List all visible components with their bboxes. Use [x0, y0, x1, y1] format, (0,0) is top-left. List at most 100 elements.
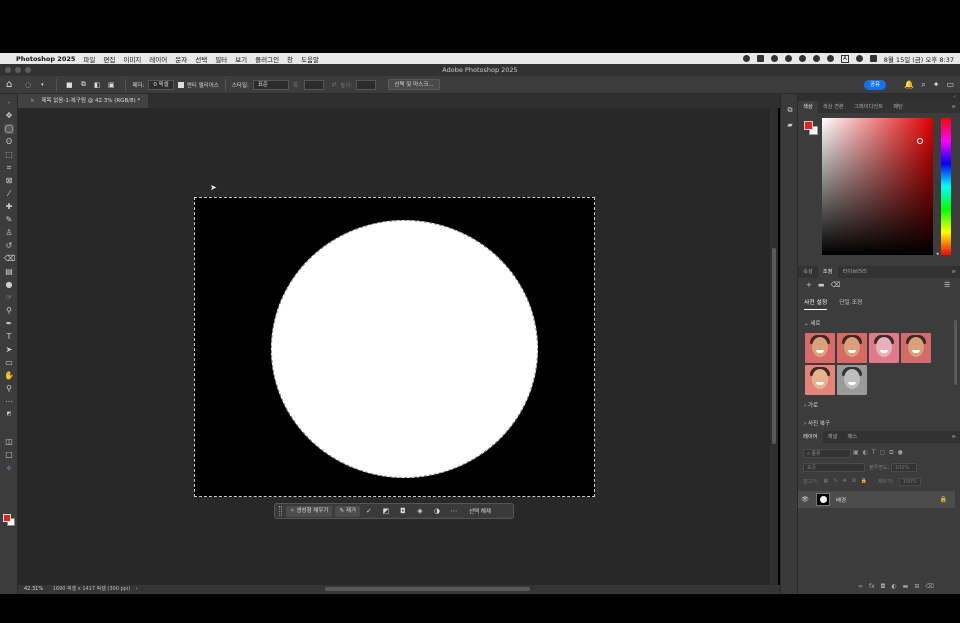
- foreground-color-swatch[interactable]: [3, 514, 11, 522]
- add-mask-icon[interactable]: ◘: [881, 583, 886, 590]
- preset-thumbnail[interactable]: [805, 333, 835, 363]
- chevron-down-icon[interactable]: ▾: [36, 80, 48, 90]
- marquee-tool-preset-icon[interactable]: ◌: [22, 80, 34, 90]
- antialias-checkbox[interactable]: [177, 81, 184, 88]
- menu-filter[interactable]: 필터: [215, 54, 227, 64]
- layer-name[interactable]: 배경: [836, 496, 846, 504]
- tab-layers[interactable]: 레이어: [798, 431, 823, 443]
- lasso-tool-icon[interactable]: ʘ: [4, 137, 14, 147]
- tab-patterns[interactable]: 패턴: [888, 101, 908, 113]
- layer-row[interactable]: 👁 배경 🔒: [798, 491, 955, 508]
- layer-thumbnail[interactable]: [816, 493, 830, 506]
- menu-layer[interactable]: 레이어: [149, 54, 167, 64]
- search-icon[interactable]: [855, 55, 863, 62]
- preset-thumbnail[interactable]: [869, 333, 899, 363]
- color-field[interactable]: [822, 118, 933, 255]
- wifi-icon[interactable]: [826, 55, 834, 62]
- pixel-filter-icon[interactable]: ▣: [853, 449, 859, 457]
- record-icon[interactable]: [742, 55, 750, 62]
- menu-edit[interactable]: 편집: [103, 54, 115, 64]
- intersect-selection-icon[interactable]: ▣: [105, 80, 117, 90]
- eraser-tool-icon[interactable]: ⌫: [4, 254, 15, 264]
- healing-brush-tool-icon[interactable]: ✚: [4, 202, 14, 212]
- user-icon[interactable]: [812, 55, 820, 62]
- menu-plugins[interactable]: 플러그인: [255, 54, 279, 64]
- lock-all-icon[interactable]: 🔒: [861, 478, 867, 486]
- hue-slider[interactable]: [941, 118, 951, 255]
- menu-image[interactable]: 이미지: [123, 54, 141, 64]
- lock-transparent-icon[interactable]: ▦: [824, 478, 829, 486]
- preset-thumbnail[interactable]: [901, 333, 931, 363]
- panel-menu-icon[interactable]: ≡: [952, 101, 956, 113]
- history-brush-tool-icon[interactable]: ↺: [4, 241, 14, 251]
- comments-panel-icon[interactable]: ▰: [785, 121, 795, 131]
- history-panel-icon[interactable]: ⧉: [785, 106, 795, 116]
- menu-help[interactable]: 도움말: [301, 54, 319, 64]
- creative-cloud-icon[interactable]: [756, 55, 764, 62]
- lock-position-icon[interactable]: ✥: [842, 478, 846, 486]
- generative-icon[interactable]: ✧: [4, 464, 14, 474]
- link-layers-icon[interactable]: ∞: [858, 583, 863, 590]
- new-layer-icon[interactable]: ⊞: [914, 583, 919, 590]
- zoom-window-button[interactable]: [25, 67, 31, 73]
- home-icon[interactable]: ⌂: [6, 79, 12, 90]
- preset-thumbnail[interactable]: [837, 333, 867, 363]
- menu-select[interactable]: 선택: [195, 54, 207, 64]
- crop-tool-icon[interactable]: ⌗: [4, 163, 14, 173]
- tab-properties[interactable]: 속성: [798, 266, 818, 278]
- tab-libraries[interactable]: 라이브러리: [838, 266, 872, 278]
- delete-layer-icon[interactable]: ⌫: [925, 583, 933, 590]
- modify-selection-icon[interactable]: ✓: [363, 507, 375, 515]
- zoom-tool-icon[interactable]: ⚲: [4, 384, 14, 394]
- pen-tool-icon[interactable]: ✒: [4, 319, 14, 329]
- play-icon[interactable]: [798, 55, 806, 62]
- new-group-icon[interactable]: ▬: [903, 583, 909, 590]
- trash-icon[interactable]: ⌫: [831, 281, 841, 289]
- tab-presets[interactable]: 사전 설정: [804, 297, 828, 310]
- preset-thumbnail[interactable]: [837, 365, 867, 395]
- lock-icon[interactable]: 🔒: [940, 496, 947, 503]
- fill-input[interactable]: 100%: [898, 478, 921, 486]
- opacity-input[interactable]: 100%: [891, 463, 917, 472]
- height-input[interactable]: [356, 79, 377, 90]
- invert-selection-icon[interactable]: ◩: [380, 507, 392, 515]
- select-and-mask-button[interactable]: 선택 및 마스크...: [388, 79, 440, 90]
- menu-view[interactable]: 보기: [235, 54, 247, 64]
- shape-filter-icon[interactable]: ▢: [880, 449, 886, 457]
- panel-menu-icon[interactable]: ≡: [952, 431, 956, 443]
- color-picker-handle[interactable]: [917, 138, 923, 144]
- type-filter-icon[interactable]: T: [872, 449, 876, 457]
- menu-app-name[interactable]: Photoshop 2025: [16, 55, 75, 63]
- filter-toggle-icon[interactable]: ●: [898, 449, 903, 457]
- tab-paths[interactable]: 패스: [842, 431, 862, 443]
- preset-thumbnail[interactable]: [805, 365, 835, 395]
- minimize-window-button[interactable]: [15, 67, 21, 73]
- clone-stamp-tool-icon[interactable]: ♙: [4, 228, 14, 238]
- object-selection-tool-icon[interactable]: ⬚: [4, 150, 14, 160]
- adjustment-layer-icon[interactable]: ◐: [891, 583, 896, 590]
- eyedropper-tool-icon[interactable]: ⁄: [4, 189, 14, 199]
- workspace-icon[interactable]: ▭: [946, 80, 954, 90]
- panel-scrollbar-thumb[interactable]: [954, 320, 957, 385]
- subtract-selection-icon[interactable]: ◧: [91, 80, 103, 90]
- path-selection-tool-icon[interactable]: ➤: [4, 345, 14, 355]
- time-machine-icon[interactable]: [784, 55, 792, 62]
- swap-dimensions-icon[interactable]: ⇄: [332, 82, 337, 88]
- photo-repair-section-header[interactable]: › 사진 복구: [804, 419, 830, 427]
- document-tab[interactable]: × 제목 없음-1-복구됨 @ 42.3% (RGB/8) *: [18, 94, 149, 108]
- toolbar-collapse-icon[interactable]: »: [4, 98, 14, 108]
- menu-window[interactable]: 창: [287, 54, 293, 64]
- horizontal-scrollbar-thumb[interactable]: [325, 587, 530, 591]
- zoom-level[interactable]: 42.31%: [24, 586, 43, 592]
- feather-input[interactable]: 0 픽셀: [148, 79, 174, 90]
- dodge-tool-icon[interactable]: ⚲: [4, 306, 14, 316]
- color-panel-foreground-swatch[interactable]: [804, 121, 813, 130]
- tab-single-adjustments[interactable]: 단일 조정: [839, 297, 862, 310]
- layer-filter-select[interactable]: ⌕ 종류: [803, 449, 851, 458]
- landscape-section-header[interactable]: › 가로: [804, 401, 818, 409]
- panel-collapse-icon[interactable]: «: [798, 94, 960, 101]
- input-source-indicator[interactable]: A: [840, 54, 849, 63]
- tab-adjustments[interactable]: 조정: [817, 266, 838, 278]
- elliptical-marquee-tool-icon[interactable]: ◯: [4, 124, 14, 134]
- share-button[interactable]: 공유: [864, 80, 886, 90]
